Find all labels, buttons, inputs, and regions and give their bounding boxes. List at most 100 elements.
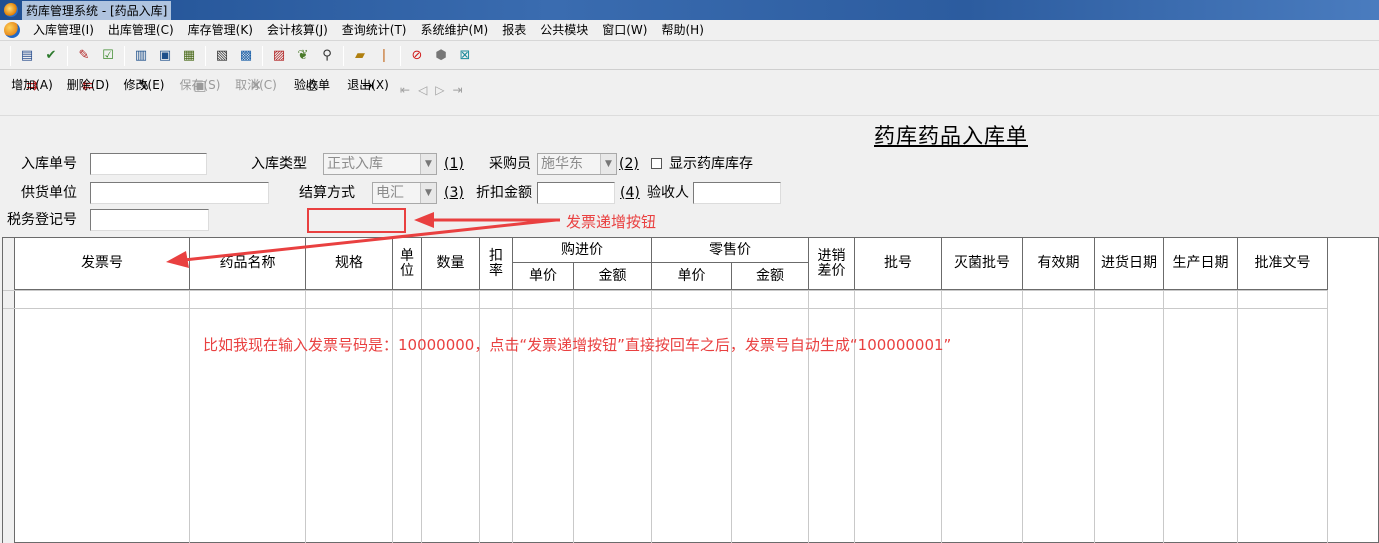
entry-type-select[interactable]: 正式入库 ▼ <box>323 153 437 175</box>
hint-1: (1) <box>444 156 464 172</box>
receipt-button[interactable]: ⎙ 验收单 <box>284 77 340 95</box>
modify-button[interactable]: ✎ 修改(E) <box>116 77 172 95</box>
col-batch[interactable]: 批号 <box>855 238 942 290</box>
buyer-select[interactable]: 施华东 ▼ <box>537 153 617 175</box>
discount-input[interactable] <box>537 182 615 204</box>
document-icon[interactable]: ▤ <box>18 47 36 65</box>
menu-common[interactable]: 公共模块 <box>533 20 595 41</box>
search-icon[interactable]: ⚲ <box>318 47 336 65</box>
ledger-icon[interactable]: ▦ <box>180 47 198 65</box>
supplier-label: 供货单位 <box>21 185 77 201</box>
settle-value: 电汇 <box>376 185 404 201</box>
grid-col-line <box>512 290 513 543</box>
exit-button-label: 退出(X) <box>347 78 389 92</box>
last-record-icon[interactable]: ⇥ <box>453 83 463 97</box>
exit-button[interactable]: ⇥ 退出(X) <box>340 77 396 95</box>
grid-col-line <box>1094 290 1095 543</box>
entry-no-label: 入库单号 <box>21 156 77 172</box>
grid-col-line <box>1022 290 1023 543</box>
cancel-button-label: 取消(C) <box>235 78 277 92</box>
record-navigation: ⇤ ◁ ▷ ⇥ <box>400 83 463 97</box>
grid-col-line <box>1237 290 1238 543</box>
form-title: 药库药品入库单 <box>874 124 1028 148</box>
inspector-input[interactable] <box>693 182 781 204</box>
receipt-button-label: 验收单 <box>293 78 330 92</box>
col-expiry[interactable]: 有效期 <box>1023 238 1095 290</box>
grid-col-line <box>731 290 732 543</box>
menu-query[interactable]: 查询统计(T) <box>335 20 414 41</box>
col-retail-amount[interactable]: 金额 <box>732 263 809 290</box>
col-price-diff[interactable]: 进销差价 <box>809 238 855 290</box>
col-retail-price[interactable]: 零售价 <box>652 238 809 263</box>
discount-label: 折扣金额 <box>476 185 532 201</box>
report-icon[interactable]: ▧ <box>213 47 231 65</box>
approve-icon[interactable]: ☑ <box>99 47 117 65</box>
entry-no-input[interactable] <box>90 153 207 175</box>
title-bar: 药库管理系统 - [药品入库] <box>0 0 1379 20</box>
tax-label: 税务登记号 <box>7 212 77 228</box>
cancel-button[interactable]: ✕ 取消(C) <box>228 77 284 95</box>
check-doc-icon[interactable]: ✔ <box>42 47 60 65</box>
grid-col-line <box>854 290 855 543</box>
menu-window[interactable]: 窗口(W) <box>595 20 654 41</box>
thermometer-icon[interactable]: ❘ <box>375 47 393 65</box>
icon-toolbar: ▤ ✔ ✎ ☑ ▥ ▣ ▦ ▧ ▩ ▨ ❦ ⚲ ▰ ❘ ⊘ ⬢ ⊠ <box>0 42 1379 70</box>
stop-icon[interactable]: ⊘ <box>408 47 426 65</box>
hint-3: (3) <box>444 185 464 201</box>
hint-4: (4) <box>620 185 640 201</box>
clipboard-icon[interactable]: ▥ <box>132 47 150 65</box>
supplier-input[interactable] <box>90 182 269 204</box>
col-sterile-batch[interactable]: 灭菌批号 <box>942 238 1023 290</box>
grid-row-line <box>3 290 1328 291</box>
grid-col-line <box>479 290 480 543</box>
menu-system[interactable]: 系统维护(M) <box>414 20 496 41</box>
col-approval-no[interactable]: 批准文号 <box>1238 238 1328 290</box>
grid-col-line <box>941 290 942 543</box>
menu-reports[interactable]: 报表 <box>495 20 533 41</box>
edit-doc-icon[interactable]: ✎ <box>75 47 93 65</box>
grid-col-line <box>421 290 422 543</box>
chevron-down-icon[interactable]: ▼ <box>600 154 616 174</box>
tree-icon[interactable]: ❦ <box>294 47 312 65</box>
id-card-icon[interactable]: ▣ <box>156 47 174 65</box>
delete-button[interactable]: ⇇ 删除(D) <box>60 77 116 95</box>
toolbar-separator <box>67 45 68 66</box>
save-button[interactable]: ▣ 保存(S) <box>172 77 228 95</box>
toolbar-separator <box>262 45 263 66</box>
menu-help[interactable]: 帮助(H) <box>654 20 710 41</box>
add-button-label: 增加(A) <box>11 78 53 92</box>
settle-label: 结算方式 <box>299 185 355 201</box>
toolbar-separator <box>205 45 206 66</box>
menu-inventory[interactable]: 库存管理(K) <box>181 20 260 41</box>
menu-bar: 入库管理(I) 出库管理(C) 库存管理(K) 会计核算(J) 查询统计(T) … <box>0 20 1379 41</box>
chevron-down-icon[interactable]: ▼ <box>420 183 436 203</box>
exit-icon[interactable]: ⊠ <box>456 47 474 65</box>
first-record-icon[interactable]: ⇤ <box>400 83 410 97</box>
toolbar-separator <box>343 45 344 66</box>
col-production-date[interactable]: 生产日期 <box>1164 238 1238 290</box>
grid-row-line <box>3 308 1328 309</box>
menu-accounting[interactable]: 会计核算(J) <box>260 20 335 41</box>
calculator-icon[interactable]: ▩ <box>237 47 255 65</box>
drug-entry-grid[interactable]: 发票号 药品名称 规格 单位 数量 扣率 购进价 单价 金额 零售价 单价 金额… <box>2 237 1379 543</box>
col-purchase-amount[interactable]: 金额 <box>574 263 652 290</box>
show-stock-checkbox[interactable] <box>651 158 662 169</box>
prev-record-icon[interactable]: ◁ <box>418 83 427 97</box>
annotation-arrow-left <box>166 218 557 268</box>
grid-col-line <box>808 290 809 543</box>
app-logo-icon <box>4 22 20 38</box>
eraser-icon[interactable]: ⬢ <box>432 47 450 65</box>
inspector-label: 验收人 <box>647 185 689 201</box>
grid-col-line <box>189 290 190 543</box>
add-button[interactable]: ⇉ 增加(A) <box>4 77 60 95</box>
next-record-icon[interactable]: ▷ <box>435 83 444 97</box>
buyer-value: 施华东 <box>541 156 583 172</box>
menu-outbound[interactable]: 出库管理(C) <box>101 20 181 41</box>
col-purchase-date[interactable]: 进货日期 <box>1095 238 1164 290</box>
settle-select[interactable]: 电汇 ▼ <box>372 182 437 204</box>
col-retail-unit-price[interactable]: 单价 <box>652 263 732 290</box>
chevron-down-icon[interactable]: ▼ <box>420 154 436 174</box>
chart-doc-icon[interactable]: ▨ <box>270 47 288 65</box>
folder-icon[interactable]: ▰ <box>351 47 369 65</box>
menu-inbound[interactable]: 入库管理(I) <box>26 20 101 41</box>
